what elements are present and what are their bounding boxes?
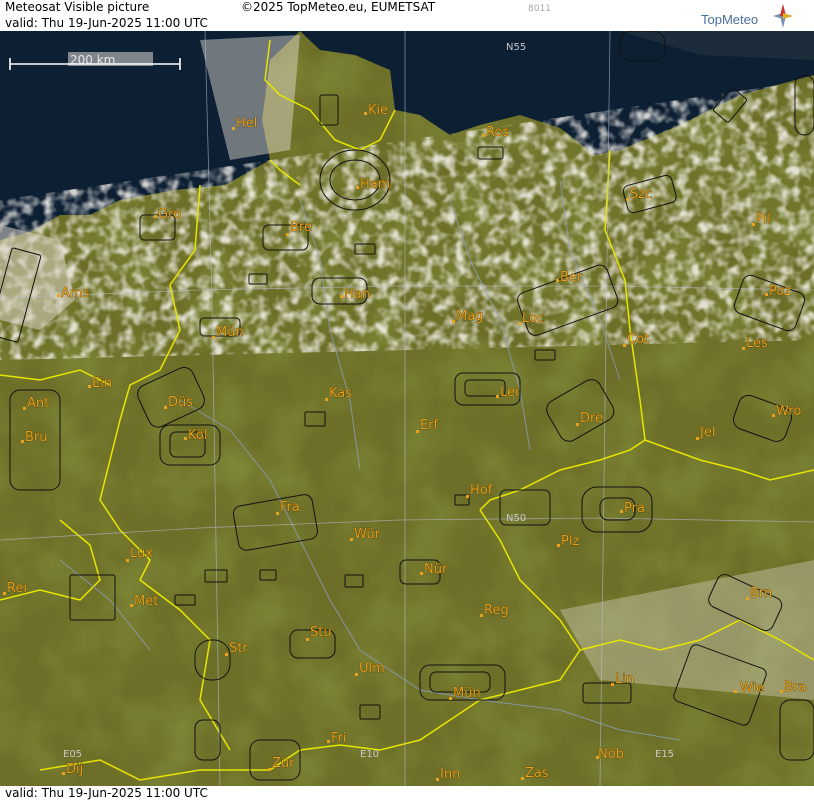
grid-label-n50: N50 (506, 513, 526, 524)
city-loc: Loc (522, 311, 544, 326)
city-dus: Düs (168, 395, 193, 410)
city-lux: Lux (130, 546, 153, 561)
city-stu: Stu (310, 625, 332, 640)
city-bra: Bra (784, 680, 806, 695)
city-zas: Zas (525, 766, 549, 781)
grid-label-n55: N55 (506, 42, 526, 53)
city-hel: Hel (236, 116, 257, 131)
city-ros: Ros (486, 125, 509, 140)
city-erf: Erf (420, 418, 439, 433)
compass-icon (773, 4, 793, 28)
city-jel: Jel (699, 425, 715, 440)
city-pil: Pil (756, 212, 771, 227)
city-mag: Mag (456, 309, 483, 324)
city-ein: Ein (92, 376, 112, 391)
image-code: 8011 (528, 4, 551, 14)
satellite-map[interactable]: N55 N50 E05 E10 E15 200 km Hel Kie Ros H… (0, 31, 814, 786)
city-met: Met (134, 594, 158, 609)
scale-label: 200 km (70, 53, 115, 67)
city-wur: Wür (354, 527, 381, 542)
city-rei: Rei (7, 581, 27, 596)
map-frame: Meteosat Visible picture ©2025 TopMeteo.… (0, 0, 814, 801)
city-fra: Fra (280, 500, 300, 515)
city-str: Str (229, 641, 248, 656)
city-wro: Wro (776, 404, 801, 419)
valid-time-top: valid: Thu 19-Jun-2025 11:00 UTC (5, 16, 208, 30)
city-bru: Bru (25, 430, 48, 445)
city-lin: Lin (615, 672, 634, 687)
city-brn: Brn (750, 586, 772, 601)
city-kol: Köl (188, 428, 207, 443)
city-munster: Mün (216, 325, 244, 340)
city-fri: Fri (331, 731, 347, 746)
city-wie: Wie (740, 681, 764, 696)
city-les: Les (746, 336, 768, 351)
city-nur: Nür (424, 562, 448, 577)
city-dij: Dij (66, 762, 83, 777)
city-nob: Nöb (598, 747, 624, 762)
city-ams: Ams (61, 286, 90, 301)
city-lei: Lei (500, 385, 519, 400)
city-pra: Pra (624, 501, 645, 516)
city-reg: Reg (484, 603, 509, 618)
city-zur: Zür (272, 756, 295, 771)
city-kas: Kas (329, 386, 352, 401)
map-title: Meteosat Visible picture (5, 0, 150, 14)
city-ant: Ant (27, 396, 49, 411)
header-bar: Meteosat Visible picture ©2025 TopMeteo.… (0, 0, 814, 16)
city-munchen: Mün (453, 686, 481, 701)
valid-time-bar: valid: Thu 19-Jun-2025 11:00 UTC (0, 16, 814, 31)
city-ulm: Ulm (359, 661, 385, 676)
footer-bar: valid: Thu 19-Jun-2025 11:00 UTC (0, 786, 814, 801)
city-gro: Gro (158, 207, 181, 222)
logo-text: TopMeteo (701, 12, 758, 27)
city-bre: Bre (290, 220, 312, 235)
grid-label-e10: E10 (360, 749, 379, 760)
city-kie: Kie (368, 103, 388, 118)
city-cot: Cot (627, 332, 649, 347)
city-han: Han (344, 287, 370, 302)
city-plz: Plz (561, 534, 579, 549)
city-inn: Inn (440, 767, 460, 782)
city-ham: Ham (360, 177, 390, 192)
grid-label-e05: E05 (63, 749, 82, 760)
city-szc: Szc (630, 187, 652, 202)
city-hof: Hof (470, 483, 493, 498)
grid-label-e15: E15 (655, 749, 674, 760)
valid-time-bottom: valid: Thu 19-Jun-2025 11:00 UTC (5, 786, 208, 800)
city-poz: Poz (769, 284, 791, 299)
city-dre: Dre (580, 411, 603, 426)
city-ber: Ber (560, 270, 583, 285)
copyright-text: ©2025 TopMeteo.eu, EUMETSAT (241, 0, 436, 14)
topmeteo-logo: TopMeteo (701, 2, 796, 34)
